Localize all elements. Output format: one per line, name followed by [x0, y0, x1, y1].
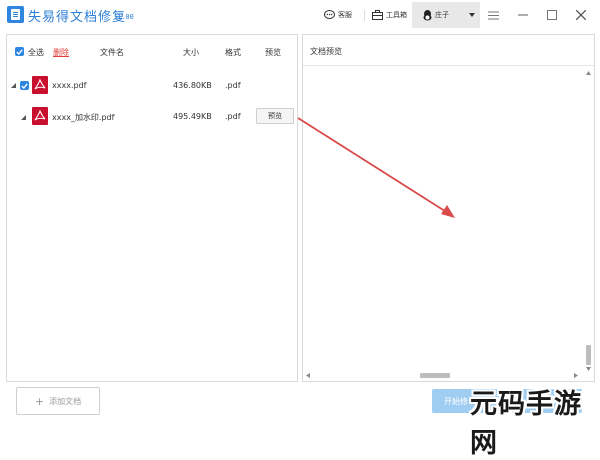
start-repair-label: 开始修 — [444, 396, 468, 406]
watermark-text: 元码手游网 — [470, 389, 582, 459]
add-document-button[interactable]: + 添加文档 — [16, 387, 100, 415]
annotation-arrow — [297, 117, 455, 218]
plus-icon: + — [34, 394, 45, 408]
add-document-label: 添加文档 — [49, 396, 82, 406]
